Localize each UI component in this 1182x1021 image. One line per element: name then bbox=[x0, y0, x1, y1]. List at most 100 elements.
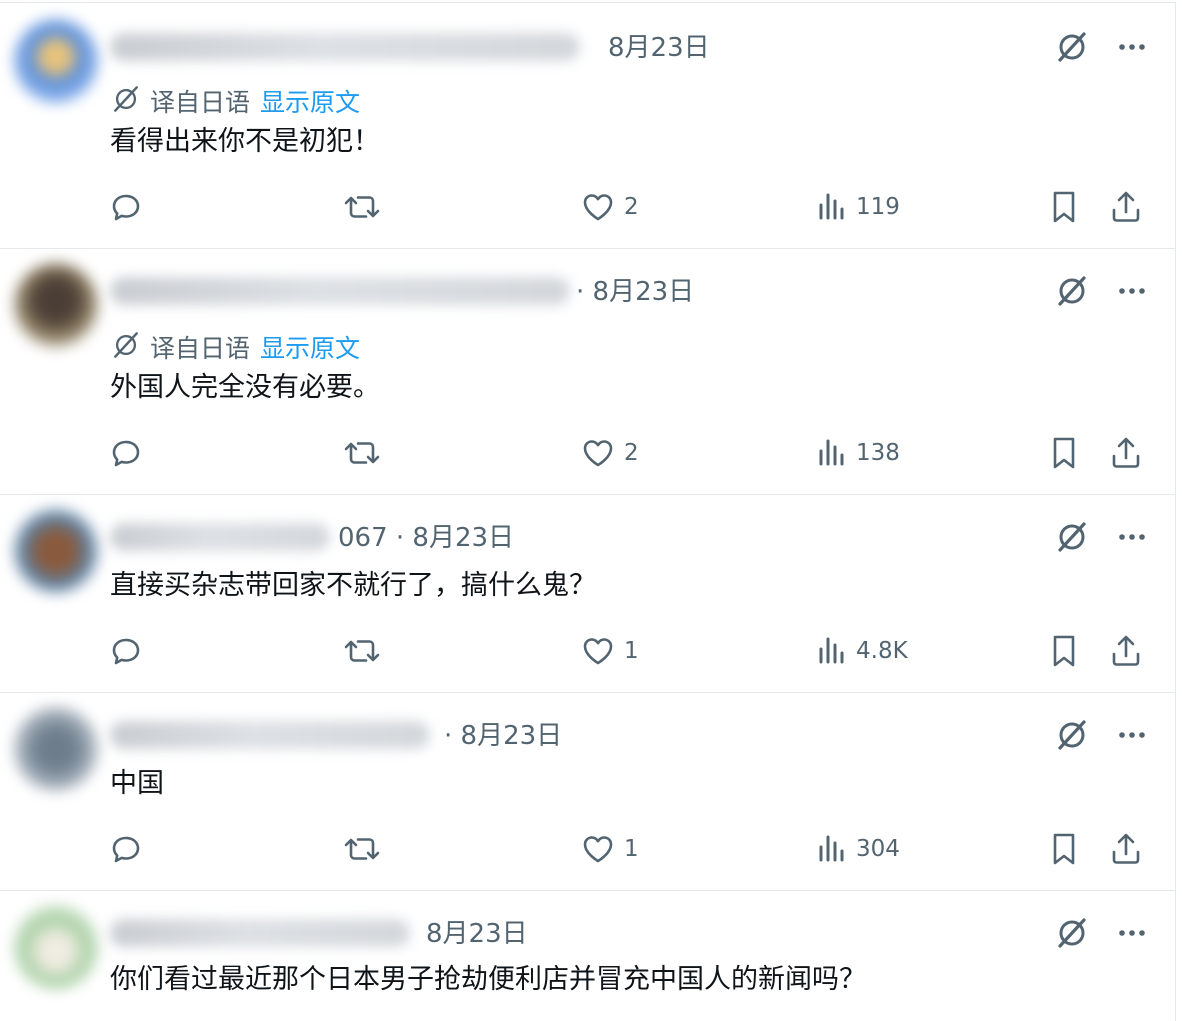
share-button[interactable] bbox=[1108, 433, 1144, 473]
views-count: 138 bbox=[856, 440, 900, 466]
action-bar: 2 119 bbox=[108, 187, 1148, 227]
show-original-link[interactable]: 显示原文 bbox=[260, 334, 360, 364]
bookmark-icon bbox=[1048, 632, 1080, 670]
post-header-icons bbox=[1054, 273, 1148, 309]
grok-icon[interactable] bbox=[1054, 717, 1090, 753]
views-icon bbox=[816, 633, 848, 669]
avatar[interactable] bbox=[14, 19, 98, 103]
repost-icon bbox=[342, 831, 382, 867]
translate-icon bbox=[110, 329, 142, 368]
divider bbox=[1175, 3, 1176, 249]
bookmark-icon bbox=[1048, 830, 1080, 868]
author-name-redacted[interactable] bbox=[110, 33, 580, 61]
translation-label: 译自日语 bbox=[150, 87, 251, 117]
repost-button[interactable] bbox=[342, 433, 390, 473]
reply-text: 你们看过最近那个日本男子抢劫便利店并冒充中国人的新闻吗？ bbox=[110, 964, 866, 995]
like-icon bbox=[580, 435, 616, 471]
action-bar: 1 304 bbox=[108, 829, 1148, 869]
post-header-icons bbox=[1054, 519, 1148, 555]
likes-count: 2 bbox=[624, 194, 639, 220]
avatar[interactable] bbox=[14, 707, 98, 791]
like-button[interactable]: 1 bbox=[580, 631, 639, 671]
timestamp[interactable]: 8月23日 bbox=[426, 919, 528, 949]
views-count: 119 bbox=[856, 194, 900, 220]
author-name-redacted[interactable] bbox=[110, 919, 410, 947]
author-name-redacted[interactable] bbox=[110, 523, 330, 551]
more-icon[interactable] bbox=[1116, 31, 1148, 63]
views-icon bbox=[816, 435, 848, 471]
author-name-redacted[interactable] bbox=[110, 721, 430, 749]
timestamp[interactable]: · 8月23日 bbox=[576, 277, 694, 307]
timestamp[interactable]: 067 · 8月23日 bbox=[338, 523, 514, 553]
views-button[interactable]: 304 bbox=[816, 829, 900, 869]
reply-button[interactable] bbox=[108, 433, 152, 473]
reply-icon bbox=[108, 435, 144, 471]
reply-icon bbox=[108, 831, 144, 867]
like-icon bbox=[580, 831, 616, 867]
reply-icon bbox=[108, 189, 144, 225]
views-button[interactable]: 119 bbox=[816, 187, 900, 227]
translation-notice: 译自日语 显示原文 bbox=[110, 83, 360, 122]
share-button[interactable] bbox=[1108, 187, 1144, 227]
reply-text: 外国人完全没有必要。 bbox=[110, 372, 380, 403]
repost-button[interactable] bbox=[342, 187, 390, 227]
reply-text: 直接买杂志带回家不就行了，搞什么鬼？ bbox=[110, 570, 596, 601]
more-icon[interactable] bbox=[1116, 275, 1148, 307]
action-bar: 2 138 bbox=[108, 433, 1148, 473]
like-icon bbox=[580, 189, 616, 225]
reply-item: 067 · 8月23日直接买杂志带回家不就行了，搞什么鬼？ 1 4.8K bbox=[0, 494, 1176, 693]
reply-button[interactable] bbox=[108, 631, 152, 671]
more-icon[interactable] bbox=[1116, 521, 1148, 553]
likes-count: 1 bbox=[624, 836, 639, 862]
reply-icon bbox=[108, 633, 144, 669]
share-button[interactable] bbox=[1108, 829, 1144, 869]
grok-icon[interactable] bbox=[1054, 273, 1090, 309]
show-original-link[interactable]: 显示原文 bbox=[260, 88, 360, 118]
timestamp[interactable]: · 8月23日 bbox=[444, 721, 562, 751]
like-button[interactable]: 2 bbox=[580, 433, 639, 473]
more-icon[interactable] bbox=[1116, 719, 1148, 751]
grok-icon[interactable] bbox=[1054, 29, 1090, 65]
avatar[interactable] bbox=[14, 263, 98, 347]
share-icon bbox=[1108, 188, 1144, 226]
share-icon bbox=[1108, 434, 1144, 472]
timestamp[interactable]: 8月23日 bbox=[608, 33, 710, 63]
more-icon[interactable] bbox=[1116, 917, 1148, 949]
repost-button[interactable] bbox=[342, 631, 390, 671]
share-button[interactable] bbox=[1108, 631, 1144, 671]
reply-item: · 8月23日译自日语 显示原文外国人完全没有必要。 2 138 bbox=[0, 248, 1176, 495]
post-header-icons bbox=[1054, 29, 1148, 65]
likes-count: 1 bbox=[624, 638, 639, 664]
grok-icon[interactable] bbox=[1054, 519, 1090, 555]
views-button[interactable]: 4.8K bbox=[816, 631, 908, 671]
post-header-icons bbox=[1054, 915, 1148, 951]
bookmark-button[interactable] bbox=[1048, 187, 1080, 227]
like-button[interactable]: 1 bbox=[580, 829, 639, 869]
repost-icon bbox=[342, 633, 382, 669]
divider bbox=[1175, 693, 1176, 891]
bookmark-button[interactable] bbox=[1048, 433, 1080, 473]
grok-icon[interactable] bbox=[1054, 915, 1090, 951]
reply-item: · 8月23日中国 1 304 bbox=[0, 692, 1176, 891]
views-button[interactable]: 138 bbox=[816, 433, 900, 473]
likes-count: 2 bbox=[624, 440, 639, 466]
reply-button[interactable] bbox=[108, 187, 152, 227]
divider bbox=[1175, 495, 1176, 693]
translation-label: 译自日语 bbox=[150, 333, 251, 363]
bookmark-button[interactable] bbox=[1048, 631, 1080, 671]
bookmark-button[interactable] bbox=[1048, 829, 1080, 869]
repost-button[interactable] bbox=[342, 829, 390, 869]
divider bbox=[1175, 891, 1176, 1021]
avatar[interactable] bbox=[14, 509, 98, 593]
repost-icon bbox=[342, 189, 382, 225]
reply-button[interactable] bbox=[108, 829, 152, 869]
views-count: 4.8K bbox=[856, 638, 908, 664]
views-icon bbox=[816, 831, 848, 867]
avatar[interactable] bbox=[14, 905, 98, 989]
like-button[interactable]: 2 bbox=[580, 187, 639, 227]
translation-notice: 译自日语 显示原文 bbox=[110, 329, 360, 368]
views-icon bbox=[816, 189, 848, 225]
action-bar: 1 4.8K bbox=[108, 631, 1148, 671]
reply-text: 中国 bbox=[110, 768, 164, 799]
author-name-redacted[interactable] bbox=[110, 277, 570, 305]
